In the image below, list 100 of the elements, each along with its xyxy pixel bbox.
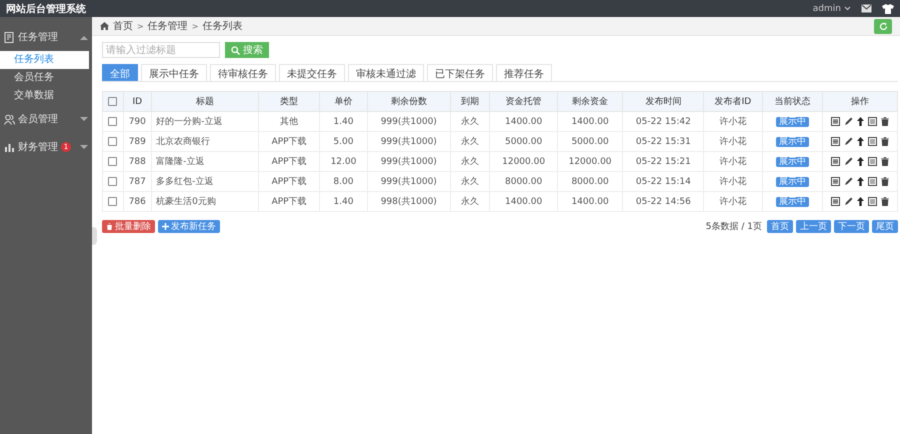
document-icon[interactable] [868, 157, 878, 166]
table-cell: APP下载 [258, 152, 320, 172]
column-header: 剩余资金 [557, 92, 623, 112]
table-cell: 999(共1000) [367, 152, 450, 172]
pencil-icon[interactable] [844, 137, 854, 146]
filter-tab[interactable]: 推荐任务 [496, 64, 552, 81]
pencil-icon[interactable] [844, 157, 854, 166]
filter-tab[interactable]: 展示中任务 [141, 64, 207, 81]
shirt-icon[interactable] [882, 4, 894, 14]
menu-item[interactable]: 交单数据 [0, 87, 92, 105]
menu-item[interactable]: 会员任务 [0, 69, 92, 87]
breadcrumb-link[interactable]: 任务列表 [202, 19, 242, 33]
list-icon[interactable] [831, 177, 840, 186]
page-summary: 5条数据 / 1页 [706, 220, 762, 233]
status-badge: 展示中 [776, 117, 809, 127]
filter-tab[interactable]: 待审核任务 [210, 64, 276, 81]
pencil-icon[interactable] [844, 177, 854, 186]
menu-group-label: 会员管理 [18, 113, 58, 126]
caret-down-icon [80, 144, 88, 150]
app-title: 网站后台管理系统 [6, 2, 86, 16]
select-all-checkbox[interactable] [108, 96, 118, 106]
document-icon[interactable] [868, 137, 878, 146]
table-cell: 787 [123, 172, 152, 192]
trash-icon[interactable] [881, 177, 890, 186]
search-field[interactable]: 请输入过滤标题 [102, 42, 220, 58]
list-icon[interactable] [831, 137, 840, 146]
arrow-up-icon[interactable] [857, 177, 864, 186]
table-cell: 05-22 14:56 [622, 192, 704, 212]
trash-icon[interactable] [881, 197, 890, 206]
pencil-icon[interactable] [844, 117, 854, 126]
menu-group[interactable]: 会员管理 [0, 105, 92, 133]
table-cell: 永久 [450, 192, 490, 212]
page-button[interactable]: 上一页 [796, 220, 831, 233]
table-cell: 05-22 15:42 [622, 112, 704, 132]
arrow-up-icon[interactable] [857, 157, 864, 166]
menu-group[interactable]: 任务管理 [0, 23, 92, 51]
table-cell: APP下载 [258, 172, 320, 192]
status-badge: 展示中 [776, 137, 809, 147]
table-cell: 999(共1000) [367, 132, 450, 152]
mail-icon[interactable] [861, 4, 872, 13]
table-cell: 8.00 [320, 172, 368, 192]
pencil-icon[interactable] [844, 197, 854, 206]
add-button[interactable]: 发布新任务 [158, 220, 220, 233]
filter-tab[interactable]: 全部 [102, 64, 138, 81]
list-icon[interactable] [831, 157, 840, 166]
column-header: 操作 [822, 92, 898, 112]
table-cell: 8000.00 [557, 172, 623, 192]
breadcrumb-link[interactable]: 首页 [113, 19, 133, 33]
delete-button[interactable]: 批量删除 [102, 220, 155, 233]
filter-tab[interactable]: 审核未通过滤 [348, 64, 424, 81]
row-checkbox[interactable] [108, 116, 118, 126]
document-icon[interactable] [868, 117, 878, 126]
menu-group-label: 财务管理 [18, 140, 58, 154]
chevron-down-icon [844, 6, 851, 11]
home-icon [100, 22, 109, 30]
document-icon[interactable] [868, 197, 878, 206]
table-cell: 998(共1000) [367, 192, 450, 212]
table-cell: 12000.00 [557, 152, 623, 172]
table-cell: 12000.00 [490, 152, 558, 172]
trash-icon[interactable] [881, 137, 890, 146]
arrow-up-icon[interactable] [857, 197, 864, 206]
column-header: 当前状态 [762, 92, 823, 112]
arrow-up-icon[interactable] [857, 117, 864, 126]
page-button[interactable]: 尾页 [872, 220, 898, 233]
table-cell: 永久 [450, 172, 490, 192]
table-cell: 1.40 [320, 112, 368, 132]
menu-item[interactable]: 任务列表 [0, 51, 89, 69]
row-checkbox[interactable] [108, 136, 118, 146]
filter-tab[interactable]: 已下架任务 [427, 64, 493, 81]
column-header: 单价 [320, 92, 368, 112]
table-cell: 8000.00 [490, 172, 558, 192]
column-header: 发布者ID [704, 92, 762, 112]
collapse-handle[interactable] [92, 227, 97, 245]
table-cell: 许小花 [704, 152, 762, 172]
list-icon[interactable] [831, 117, 840, 126]
page-button[interactable]: 下一页 [834, 220, 869, 233]
page-button[interactable]: 首页 [767, 220, 793, 233]
row-checkbox[interactable] [108, 176, 118, 186]
table-cell: 5.00 [320, 132, 368, 152]
breadcrumb-link[interactable]: 任务管理 [148, 19, 188, 33]
table-cell: 好的一分购-立返 [152, 112, 259, 132]
trash-icon[interactable] [881, 157, 890, 166]
document-icon[interactable] [868, 177, 878, 186]
list-icon[interactable] [831, 197, 840, 206]
row-checkbox[interactable] [108, 156, 118, 166]
filter-tab[interactable]: 未提交任务 [279, 64, 345, 81]
user-menu[interactable]: admin [812, 4, 851, 14]
trash-icon[interactable] [881, 117, 890, 126]
row-checkbox[interactable] [108, 196, 118, 206]
table-cell: 其他 [258, 112, 320, 132]
arrow-up-icon[interactable] [857, 137, 864, 146]
status-badge: 展示中 [776, 177, 809, 187]
table-cell: 1400.00 [490, 192, 558, 212]
table-cell: 790 [123, 112, 152, 132]
table-cell: 05-22 15:31 [622, 132, 704, 152]
status-badge: 展示中 [776, 197, 809, 207]
table-cell: 永久 [450, 132, 490, 152]
column-header: 剩余份数 [367, 92, 450, 112]
table-cell: 12.00 [320, 152, 368, 172]
table-cell: 许小花 [704, 132, 762, 152]
